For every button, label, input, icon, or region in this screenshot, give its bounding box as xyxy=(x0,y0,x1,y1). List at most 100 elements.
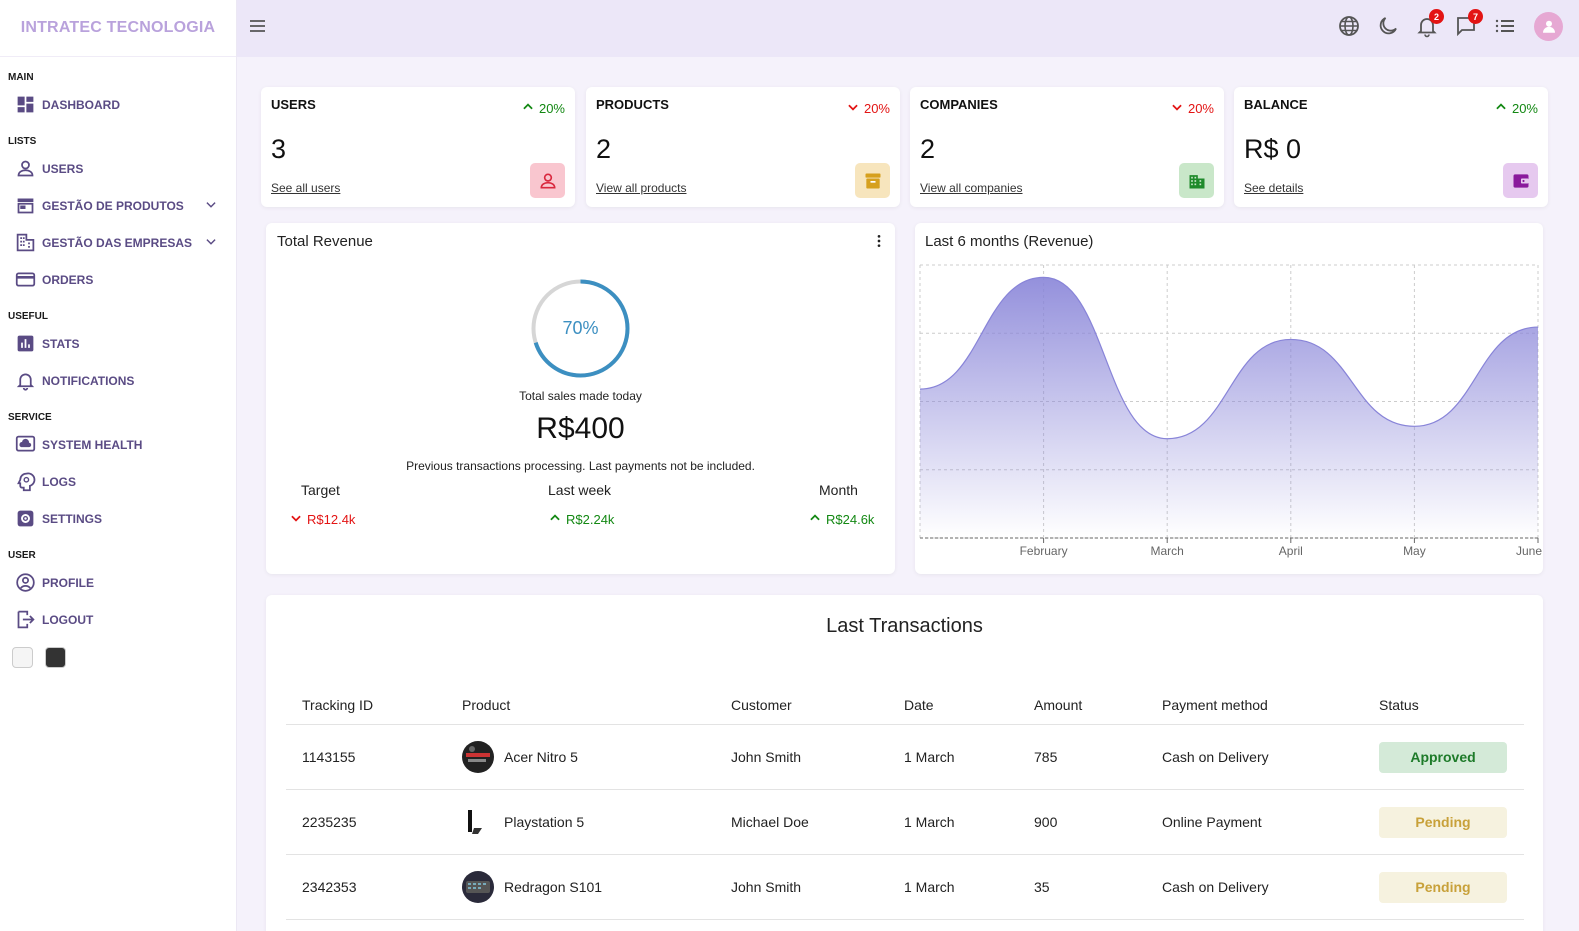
summary-value: R$24.6k xyxy=(808,511,928,528)
dashboard-icon xyxy=(14,94,36,116)
customer: Michael Doe xyxy=(731,814,809,830)
x-tick-label: June xyxy=(1516,544,1542,558)
globe-icon xyxy=(1338,16,1359,36)
messages-button[interactable]: 7 xyxy=(1452,9,1483,41)
account-circle-icon xyxy=(14,572,36,594)
person-icon xyxy=(14,158,36,180)
tracking-id: 2342353 xyxy=(302,879,357,895)
widget-percent: 20% xyxy=(1170,100,1214,117)
brand-logo[interactable]: INTRATEC TECNOLOGIA xyxy=(0,0,236,57)
customer: John Smith xyxy=(731,749,802,765)
column-header[interactable]: Product xyxy=(462,685,510,724)
language-button[interactable] xyxy=(1335,11,1362,41)
trend-arrow-icon xyxy=(1494,100,1508,117)
person-icon xyxy=(530,163,565,198)
sidebar-item-dashboard[interactable]: DASHBOARD xyxy=(8,89,228,120)
moon-icon xyxy=(1379,17,1397,35)
status-badge: Approved xyxy=(1379,741,1507,773)
trend-arrow-icon xyxy=(289,511,303,528)
widget-percent: 20% xyxy=(846,100,890,117)
list-icon xyxy=(1495,19,1514,33)
payment-method: Cash on Delivery xyxy=(1162,879,1269,895)
column-header[interactable]: Customer xyxy=(731,685,792,724)
light-theme-swatch[interactable] xyxy=(12,647,33,668)
menu-toggle-button[interactable] xyxy=(247,16,268,41)
summary-label: Month xyxy=(819,482,858,498)
table-row[interactable]: 2342353 Redragon S101 John Smith 1 March… xyxy=(286,855,1524,920)
sidebar-item-stats[interactable]: STATS xyxy=(8,328,228,359)
avatar[interactable] xyxy=(1534,11,1563,41)
sidebar-item-notifications[interactable]: NOTIFICATIONS xyxy=(8,365,228,396)
revenue-chart-card: Last 6 months (Revenue) February March Apr… xyxy=(915,223,1543,574)
amount: 35 xyxy=(1034,879,1050,895)
topbar: 2 7 xyxy=(237,0,1579,57)
table-row[interactable]: 2235235 Playstation 5 Michael Doe 1 Marc… xyxy=(286,790,1524,855)
more-options-button[interactable] xyxy=(871,233,887,254)
x-tick-label: May xyxy=(1403,544,1426,558)
status-badge: Pending xyxy=(1379,806,1507,838)
logout-icon xyxy=(14,609,36,631)
notifications-button[interactable]: 2 xyxy=(1413,9,1444,41)
column-header[interactable]: Date xyxy=(904,685,934,724)
chevron-down-icon[interactable] xyxy=(204,235,218,252)
tracking-id: 1143155 xyxy=(302,749,356,765)
sidebar-item-gest-o-das-empresas[interactable]: GESTÃO DAS EMPRESAS xyxy=(8,227,228,258)
column-header[interactable]: Status xyxy=(1379,685,1419,724)
widget-percent: 20% xyxy=(1494,100,1538,117)
notifications-badge: 2 xyxy=(1429,9,1444,24)
widget-link[interactable]: View all companies xyxy=(920,181,1023,195)
sidebar-item-label: SYSTEM HEALTH xyxy=(42,437,143,452)
transactions-title: Last Transactions xyxy=(826,615,983,637)
trend-arrow-icon xyxy=(521,100,535,117)
widget-link[interactable]: View all products xyxy=(596,181,687,195)
revenue-area xyxy=(920,277,1538,538)
revenue-amount: R$400 xyxy=(536,412,625,445)
widget-users: USERS 20% 3 See all users xyxy=(261,87,575,207)
widget-value: 2 xyxy=(920,134,936,164)
revenue-area-chart: February March April May June xyxy=(919,264,1542,558)
payment-method: Cash on Delivery xyxy=(1162,749,1269,765)
sidebar-item-profile[interactable]: PROFILE xyxy=(8,567,228,598)
sidebar-item-settings[interactable]: SETTINGS xyxy=(8,503,228,534)
section-title-user: USER xyxy=(8,550,36,561)
tracking-id: 2235235 xyxy=(302,814,357,830)
sidebar-item-logs[interactable]: LOGS xyxy=(8,466,228,497)
section-title-lists: LISTS xyxy=(8,136,37,147)
sidebar-item-system-health[interactable]: SYSTEM HEALTH xyxy=(8,429,228,460)
column-header[interactable]: Amount xyxy=(1034,685,1082,724)
sidebar-item-label: SETTINGS xyxy=(42,511,103,526)
sidebar-item-logout[interactable]: LOGOUT xyxy=(8,604,228,635)
sidebar-item-label: DASHBOARD xyxy=(42,97,120,112)
psychology-icon xyxy=(14,471,36,493)
product-thumbnail xyxy=(462,871,494,903)
dark-theme-swatch[interactable] xyxy=(45,647,66,668)
section-title-service: SERVICE xyxy=(8,412,52,423)
chevron-down-icon[interactable] xyxy=(204,198,218,215)
widget-link[interactable]: See all users xyxy=(271,181,340,195)
payment-method: Online Payment xyxy=(1162,814,1262,830)
date: 1 March xyxy=(904,879,955,895)
sidebar-item-users[interactable]: USERS xyxy=(8,153,228,184)
widget-companies: COMPANIES 20% 2 View all companies xyxy=(910,87,1224,207)
column-header[interactable]: Tracking ID xyxy=(302,685,373,724)
table-header: Tracking ID Product Customer Date Amount… xyxy=(286,685,1524,725)
product-thumbnail xyxy=(462,806,494,838)
product-name: Playstation 5 xyxy=(504,814,585,830)
customer: John Smith xyxy=(731,879,802,895)
sidebar-item-gest-o-de-produtos[interactable]: GESTÃO DE PRODUTOS xyxy=(8,190,228,221)
product-cell: Acer Nitro 5 xyxy=(462,725,578,789)
date: 1 March xyxy=(904,749,955,765)
summary-value: R$12.4k xyxy=(289,511,409,528)
dark-mode-button[interactable] xyxy=(1374,11,1401,41)
summary-last-week: Last week R$2.24k xyxy=(548,482,668,528)
product-name: Acer Nitro 5 xyxy=(504,749,578,765)
widget-link[interactable]: See details xyxy=(1244,181,1303,195)
table-row[interactable]: 1143155 Acer Nitro 5 John Smith 1 March … xyxy=(286,725,1524,790)
widget-value: 2 xyxy=(596,134,612,164)
trend-arrow-icon xyxy=(548,511,562,528)
list-button[interactable] xyxy=(1491,11,1518,41)
column-header[interactable]: Payment method xyxy=(1162,685,1268,724)
sidebar-item-orders[interactable]: ORDERS xyxy=(8,264,228,295)
sidebar-item-label: PROFILE xyxy=(42,575,95,590)
status-cell: Pending xyxy=(1379,790,1507,854)
